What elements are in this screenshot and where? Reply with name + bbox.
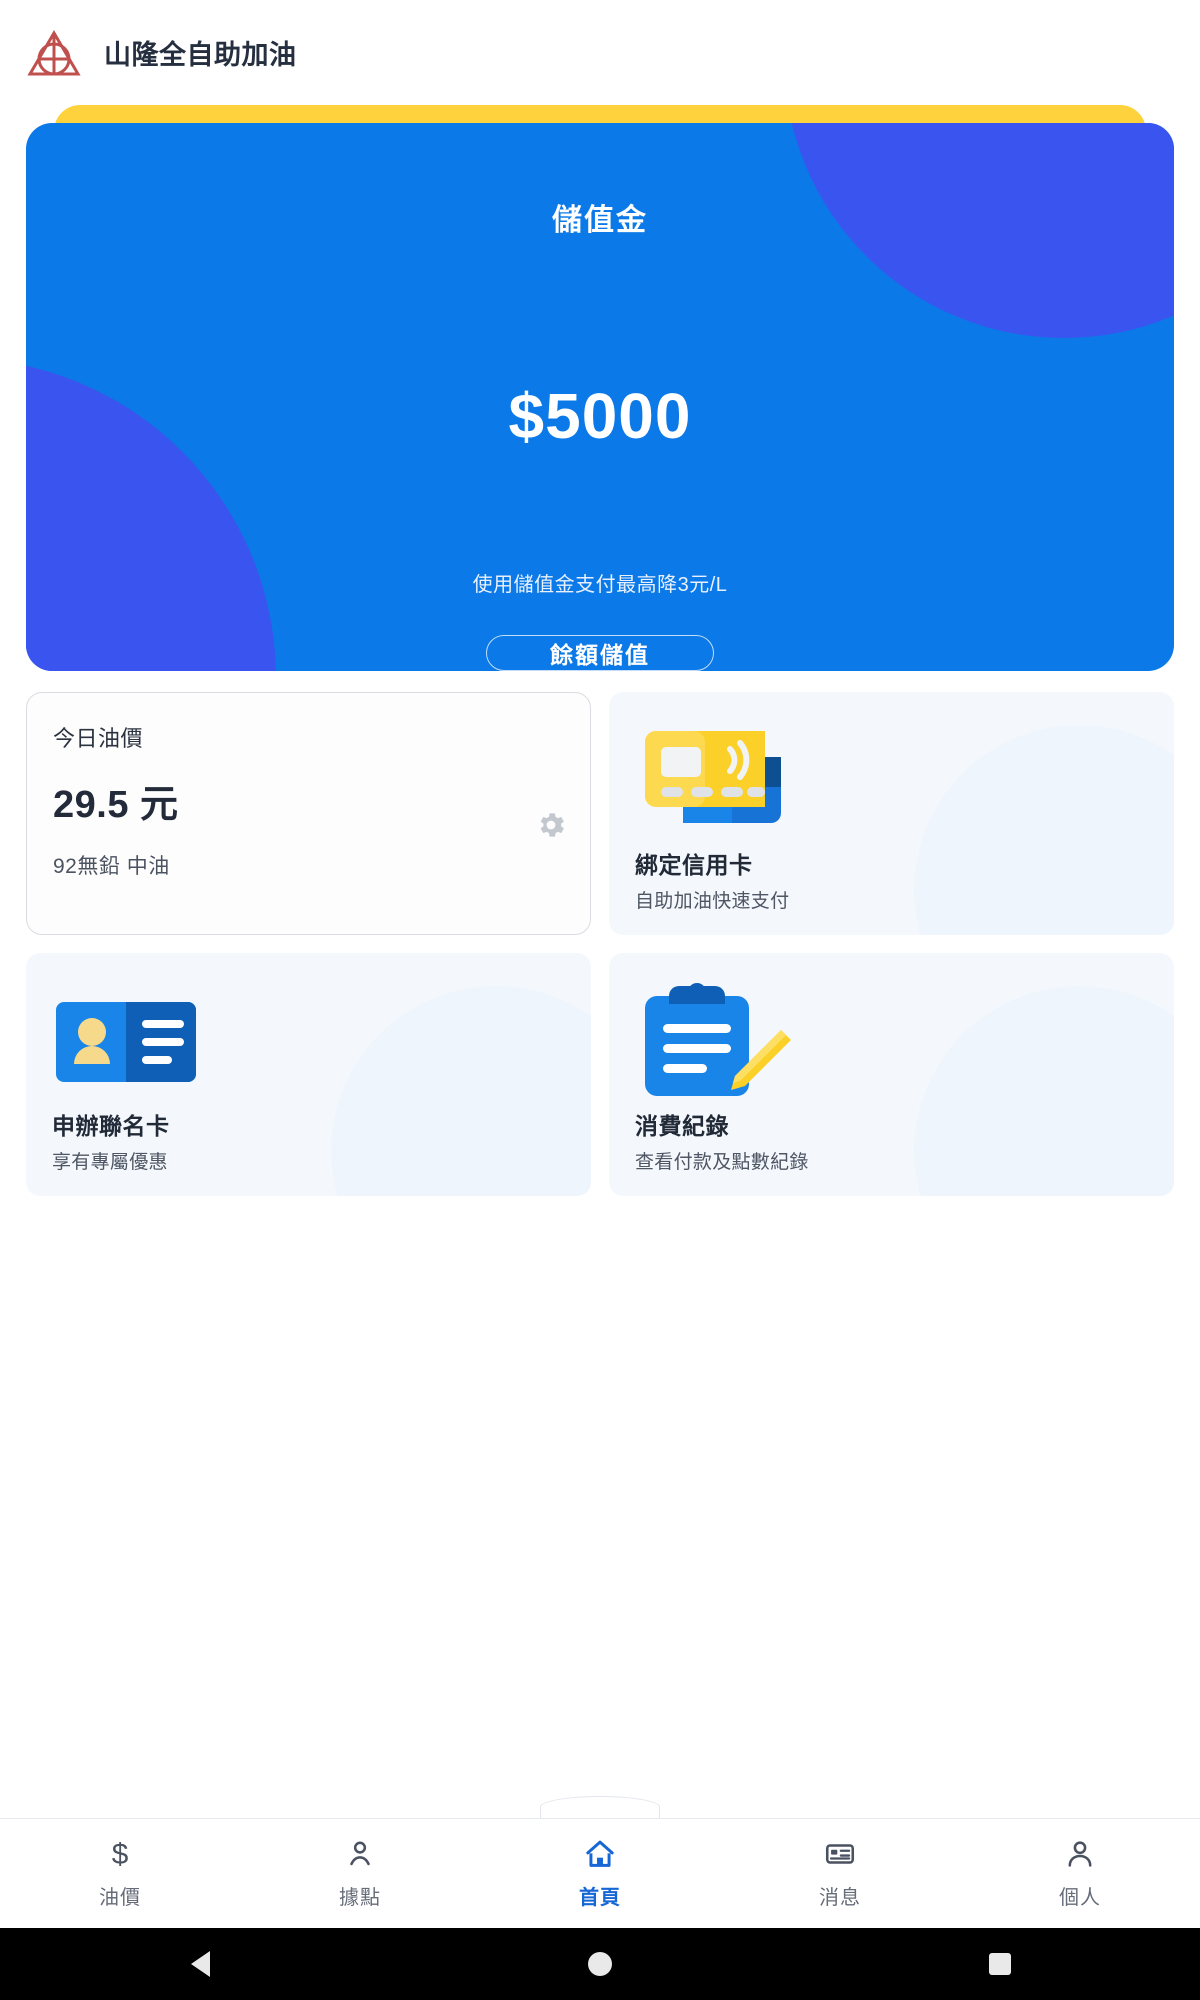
home-icon <box>583 1837 617 1871</box>
nav-item-home[interactable]: 首頁 <box>480 1819 720 1928</box>
back-triangle-icon[interactable] <box>165 1928 235 2000</box>
records-title: 消費紀錄 <box>635 1113 729 1139</box>
nav-label-profile: 個人 <box>1059 1887 1101 1909</box>
tile-today-fuel-price[interactable]: 今日油價 29.5 元 92無鉛 中油 <box>26 692 591 935</box>
fuel-price-value: 29.5 元 <box>53 784 179 826</box>
balance-discount-note: 使用儲值金支付最高降3元/L <box>472 574 728 596</box>
app-header: 山隆全自助加油 <box>0 0 1200 105</box>
bottom-navigation: $ 油價 據點 首頁 消息 個人 <box>0 1818 1200 1928</box>
tile-bind-credit-card[interactable]: 綁定信用卡 自助加油快速支付 <box>609 692 1174 935</box>
nav-label-messages: 消息 <box>819 1887 861 1909</box>
nav-label-home: 首頁 <box>579 1887 621 1909</box>
main-content: 儲值金 $5000 使用儲值金支付最高降3元/L 餘額儲值 今日油價 29.5 … <box>0 105 1200 1818</box>
svg-text:$: $ <box>112 1838 129 1871</box>
sheet-handle[interactable] <box>540 1796 660 1818</box>
clipboard-pencil-icon <box>635 977 1148 1107</box>
nav-item-fuel-price[interactable]: $ 油價 <box>0 1819 240 1928</box>
gear-icon[interactable] <box>534 808 568 842</box>
shortcut-tile-grid: 今日油價 29.5 元 92無鉛 中油 綁定信用卡 自助加油快速支付 申辦聯名卡… <box>26 692 1174 1196</box>
page-title: 山隆全自助加油 <box>104 40 297 70</box>
nav-item-messages[interactable]: 消息 <box>720 1819 960 1928</box>
balance-amount: $5000 <box>508 380 692 452</box>
topup-button[interactable]: 餘額儲值 <box>486 635 714 671</box>
fuel-price-title: 今日油價 <box>53 726 144 751</box>
apply-card-title: 申辦聯名卡 <box>52 1113 170 1139</box>
stored-value-card[interactable]: 儲值金 $5000 使用儲值金支付最高降3元/L 餘額儲值 <box>26 123 1174 671</box>
recents-square-icon[interactable] <box>965 1928 1035 2000</box>
apply-card-desc: 享有專屬優惠 <box>52 1152 168 1173</box>
credit-card-contactless-icon <box>635 716 1148 846</box>
bind-card-title: 綁定信用卡 <box>635 852 753 878</box>
balance-label: 儲值金 <box>552 204 648 237</box>
records-desc: 查看付款及點數紀錄 <box>635 1152 809 1173</box>
android-system-nav <box>0 1928 1200 2000</box>
message-card-icon <box>823 1837 857 1871</box>
balance-card-stack: 儲值金 $5000 使用儲值金支付最高降3元/L 餘額儲值 <box>26 105 1174 671</box>
location-pin-icon <box>343 1837 377 1871</box>
tile-consumption-records[interactable]: 消費紀錄 查看付款及點數紀錄 <box>609 953 1174 1196</box>
nav-item-profile[interactable]: 個人 <box>960 1819 1200 1928</box>
person-icon <box>1063 1837 1097 1871</box>
home-circle-icon[interactable] <box>565 1928 635 2000</box>
nav-label-stations: 據點 <box>339 1887 381 1909</box>
nav-label-fuel-price: 油價 <box>99 1887 141 1909</box>
tile-apply-cobrand-card[interactable]: 申辦聯名卡 享有專屬優惠 <box>26 953 591 1196</box>
app-screen: 山隆全自助加油 儲值金 $5000 使用儲值金支付最高降3元/L 餘額儲值 今日… <box>0 0 1200 2000</box>
bind-card-desc: 自助加油快速支付 <box>635 891 790 912</box>
triangle-circle-cross-logo-icon <box>26 27 82 79</box>
fuel-type-label: 92無鉛 中油 <box>53 855 170 878</box>
dollar-icon: $ <box>103 1837 137 1871</box>
id-card-icon <box>52 977 565 1107</box>
nav-item-stations[interactable]: 據點 <box>240 1819 480 1928</box>
